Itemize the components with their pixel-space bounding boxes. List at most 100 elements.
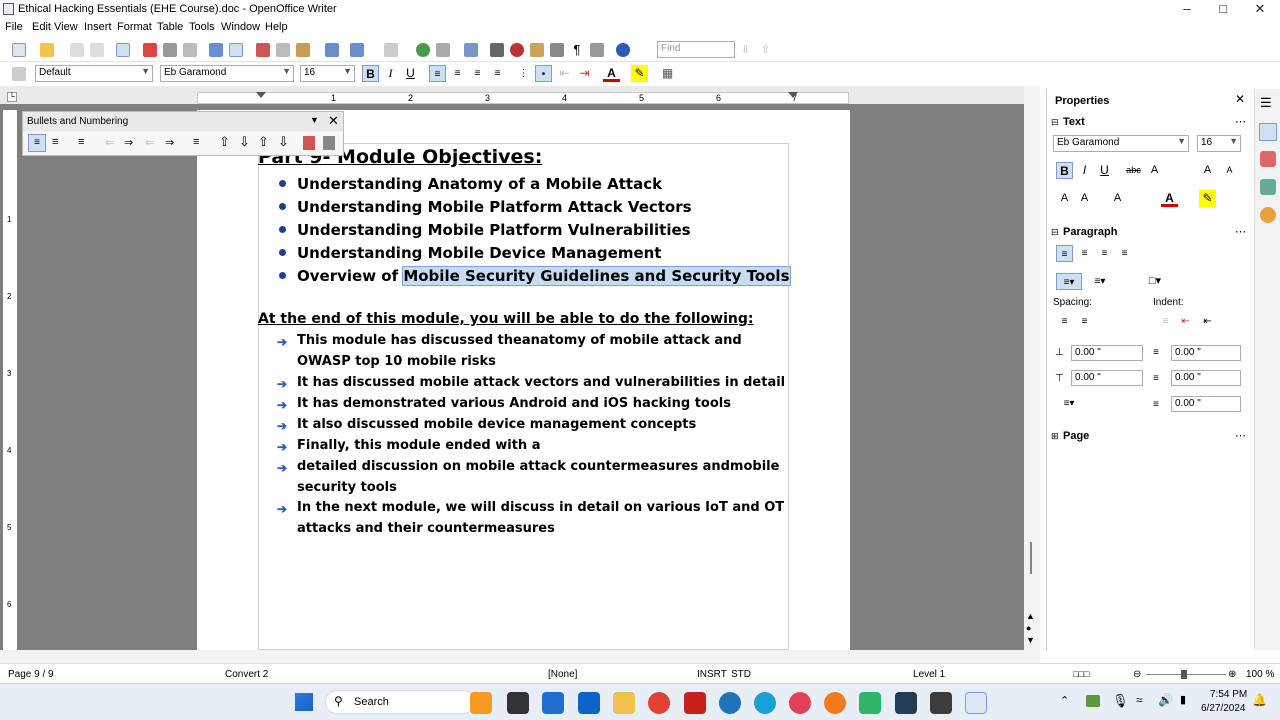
page-count[interactable]: Page 9 / 9 <box>8 669 54 680</box>
navigator-icon[interactable] <box>510 43 524 57</box>
chevron-up-icon[interactable]: ⌃ <box>1060 694 1069 707</box>
sidebar-bullets-button[interactable]: ≡▾ <box>1056 273 1082 290</box>
page-section-title[interactable]: Page <box>1063 430 1089 442</box>
gallery-icon[interactable] <box>530 43 544 57</box>
sidebar-justify-button[interactable]: ≡ <box>1116 245 1133 262</box>
paragraph-style-select[interactable]: Default ▼ <box>35 65 153 82</box>
save-icon[interactable] <box>70 43 84 57</box>
bullets-button[interactable]: • <box>535 65 552 82</box>
scroll-thumb[interactable] <box>1030 542 1032 574</box>
summary-item[interactable]: In the next module, we will discuss in d… <box>297 500 784 515</box>
menu-window[interactable]: Window <box>221 21 260 33</box>
vertical-scrollbar[interactable]: ▲ ● ▼ <box>1024 86 1040 650</box>
bullets-numbering-toolbar[interactable]: Bullets and Numbering ▼ ✕ ≡ ≡ ≡ ⇐ ⇒ ⇐ ⇒ … <box>22 111 344 156</box>
view-layout-icon[interactable]: □□□ <box>1073 669 1089 679</box>
summary-item[interactable]: It also discussed mobile device manageme… <box>297 417 696 432</box>
move-up-subpoints-icon[interactable]: ⇧ <box>258 134 269 150</box>
align-center-button[interactable]: ≡ <box>449 65 466 82</box>
notification-icon[interactable]: 🔔 <box>1252 693 1267 707</box>
highlight-button[interactable]: ✎ <box>631 65 648 82</box>
close-window-button[interactable]: ✕ <box>1242 0 1278 19</box>
language-status[interactable]: [None] <box>548 669 577 680</box>
numbering-off-icon[interactable]: ≡ <box>52 136 58 148</box>
close-sidebar-icon[interactable]: ✕ <box>1235 92 1245 106</box>
more-options-icon[interactable]: ⋯ <box>1235 115 1246 128</box>
zoom-slider-thumb[interactable] <box>1181 670 1187 679</box>
insert-unnumbered-icon[interactable]: ≡ <box>193 136 199 148</box>
font-size-select[interactable]: 16 ▼ <box>300 65 355 82</box>
prev-page-icon[interactable]: ▲ <box>1026 611 1035 621</box>
objective-item[interactable]: Understanding Mobile Platform Attack Vec… <box>297 198 692 216</box>
draw-functions-icon[interactable] <box>464 43 478 57</box>
redo-icon[interactable] <box>384 43 398 57</box>
subscript-button[interactable]: A <box>1076 190 1093 207</box>
store-icon[interactable] <box>542 692 564 714</box>
move-up-icon[interactable]: ⇧ <box>219 134 230 150</box>
undo-icon[interactable] <box>350 43 364 57</box>
toolbar-menu-icon[interactable]: ▼ <box>310 115 319 125</box>
speaker-icon[interactable]: 🔊 <box>1158 693 1173 707</box>
demote-subpoints-icon[interactable]: ⇐ <box>145 136 154 149</box>
new-icon[interactable] <box>12 43 26 57</box>
gallery-tab-icon[interactable] <box>1260 179 1276 195</box>
sidebar-align-left-button[interactable]: ≡ <box>1056 245 1073 262</box>
list-off-icon[interactable]: ≡ <box>78 136 84 148</box>
vertical-ruler[interactable]: 1 2 3 4 5 6 <box>3 110 17 650</box>
demote-icon[interactable]: ⇐ <box>105 136 114 149</box>
file-explorer-icon[interactable] <box>613 692 635 714</box>
minimize-button[interactable]: – <box>1169 0 1205 19</box>
summary-item[interactable]: It has discussed mobile attack vectors a… <box>297 375 785 390</box>
font-name-select[interactable]: Eb Garamond ▼ <box>160 65 294 82</box>
right-indent-marker[interactable] <box>788 92 798 98</box>
firefox-icon[interactable] <box>824 692 846 714</box>
below-paragraph-spacing[interactable]: 0.00 " <box>1071 370 1143 386</box>
find-next-icon[interactable]: ⇩ <box>741 43 755 57</box>
edit-file-icon[interactable] <box>116 43 130 57</box>
autospellcheck-icon[interactable] <box>229 43 243 57</box>
decrease-spacing-button[interactable]: ≡ <box>1076 313 1093 330</box>
horizontal-scrollbar[interactable] <box>0 650 1040 663</box>
find-input[interactable]: Find <box>657 41 735 58</box>
font-color-button[interactable]: A <box>603 65 620 82</box>
search-box[interactable]: ⚲ Search <box>325 690 475 714</box>
find-replace-icon[interactable] <box>490 43 504 57</box>
objective-item[interactable]: Understanding Mobile Platform Vulnerabil… <box>297 221 691 239</box>
styles-icon[interactable] <box>12 67 26 81</box>
copy-icon[interactable] <box>276 43 290 57</box>
align-right-button[interactable]: ≡ <box>469 65 486 82</box>
battery-icon[interactable]: ▮ <box>1180 693 1186 706</box>
menu-insert[interactable]: Insert <box>84 21 112 33</box>
sidebar-size-select[interactable]: 16 ▼ <box>1197 135 1241 152</box>
menu-table[interactable]: Table <box>157 21 183 33</box>
acrobat-icon[interactable] <box>684 692 706 714</box>
background-color-button[interactable]: ▦ <box>659 65 676 82</box>
italic-button[interactable]: I <box>382 65 399 82</box>
print-icon[interactable] <box>163 43 177 57</box>
sidebar-underline-button[interactable]: U <box>1096 162 1113 179</box>
page-style[interactable]: Convert 2 <box>225 669 268 680</box>
sidebar-decrease-indent-button[interactable]: ⇤ <box>1177 313 1194 330</box>
find-previous-icon[interactable]: ⇧ <box>761 43 775 57</box>
collapse-icon[interactable]: ⊟ <box>1051 227 1059 238</box>
after-text-indent[interactable]: 0.00 " <box>1171 370 1241 386</box>
menu-view[interactable]: View <box>54 21 78 33</box>
above-paragraph-spacing[interactable]: 0.00 " <box>1071 345 1143 361</box>
task-view-icon[interactable] <box>507 692 529 714</box>
paragraph-section-title[interactable]: Paragraph <box>1063 226 1117 238</box>
calendar-app-icon[interactable] <box>895 692 917 714</box>
microphone-icon[interactable]: 🎙 <box>1112 693 1129 709</box>
menu-help[interactable]: Help <box>265 21 288 33</box>
move-down-subpoints-icon[interactable]: ⇩ <box>278 134 289 150</box>
formatting-marks-icon[interactable]: ¶ <box>570 43 584 57</box>
navigator-tab-icon[interactable] <box>1260 207 1276 223</box>
superscript-button[interactable]: A <box>1056 190 1073 207</box>
selected-text[interactable]: Mobile Security Guidelines and Security … <box>402 266 791 286</box>
menu-tools[interactable]: Tools <box>189 21 215 33</box>
menu-edit[interactable]: Edit <box>32 21 51 33</box>
cut-icon[interactable] <box>256 43 270 57</box>
summary-item[interactable]: It has demonstrated various Android and … <box>297 396 731 411</box>
export-pdf-icon[interactable] <box>143 43 157 57</box>
shadow-button[interactable]: A <box>1146 162 1163 179</box>
properties-tab-icon[interactable] <box>1259 123 1277 141</box>
sidebar-align-center-button[interactable]: ≡ <box>1076 245 1093 262</box>
